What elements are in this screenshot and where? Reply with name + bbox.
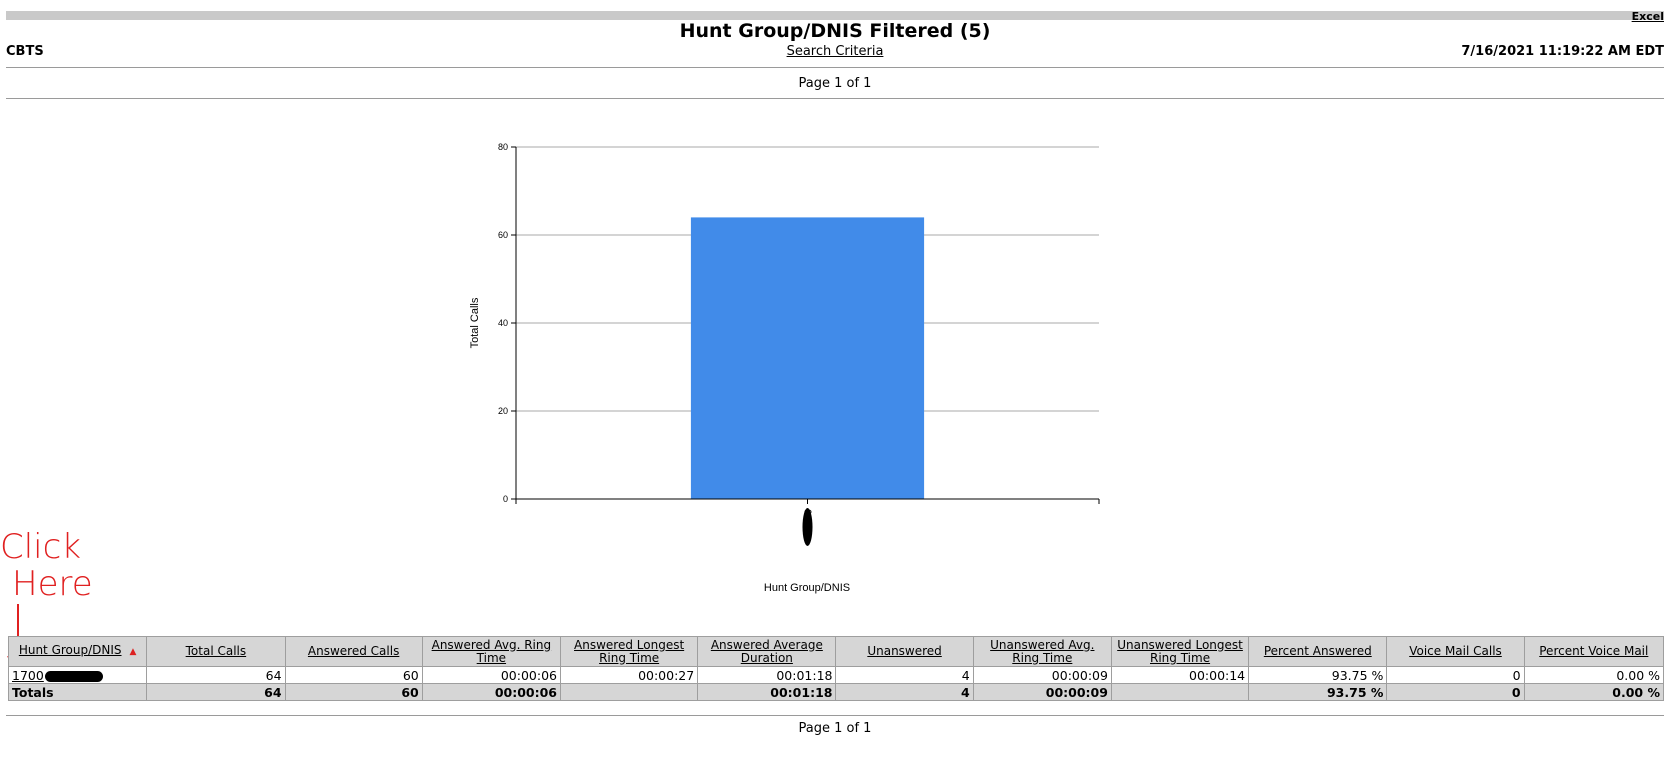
divider — [6, 715, 1664, 716]
table-cell-hunt-group: 1700 — [7, 666, 148, 684]
column-header-total-calls[interactable]: Total Calls — [146, 636, 286, 667]
totals-row: Totals 64 60 00:00:06 00:01:18 4 00:00:0… — [7, 683, 1665, 701]
totals-cell: 64 — [146, 683, 286, 701]
column-header-unanswered-longest-ring[interactable]: Unanswered Longest Ring Time — [1110, 636, 1250, 667]
totals-cell — [1110, 683, 1250, 701]
y-tick-label: 0 — [503, 494, 508, 504]
y-axis-label: Total Calls — [469, 297, 481, 348]
redaction-mark — [802, 508, 813, 546]
column-header-percent-voice-mail[interactable]: Percent Voice Mail — [1523, 636, 1665, 667]
search-criteria-link[interactable]: Search Criteria — [787, 44, 884, 59]
totals-cell: 4 — [835, 683, 974, 701]
sort-asc-icon: ▲ — [129, 647, 137, 657]
divider — [6, 67, 1664, 68]
column-header-answered-calls[interactable]: Answered Calls — [284, 636, 423, 667]
report-title: Hunt Group/DNIS Filtered (5) — [679, 20, 991, 42]
table-cell: 00:00:27 — [559, 666, 699, 684]
column-header-answered-avg-ring[interactable]: Answered Avg. Ring Time — [421, 636, 562, 667]
totals-cell: 00:00:06 — [421, 683, 562, 701]
table-cell: 00:00:06 — [421, 666, 562, 684]
column-header-voice-mail-calls[interactable]: Voice Mail Calls — [1386, 636, 1525, 667]
hunt-group-link[interactable]: 1700 — [12, 668, 44, 683]
y-tick-label: 80 — [498, 142, 508, 152]
y-tick-label: 60 — [498, 230, 508, 240]
column-header-unanswered-avg-ring[interactable]: Unanswered Avg. Ring Time — [972, 636, 1112, 667]
table-cell: 0 — [1386, 666, 1525, 684]
table-cell: 64 — [146, 666, 286, 684]
totals-cell: 0 — [1386, 683, 1525, 701]
table-cell: 00:00:09 — [972, 666, 1112, 684]
y-tick-label: 20 — [498, 406, 508, 416]
table-cell: 93.75 % — [1248, 666, 1388, 684]
totals-label: Totals — [7, 683, 148, 701]
annotation-text-click: Click — [0, 527, 81, 567]
page-indicator-bottom: Page 1 of 1 — [798, 721, 872, 736]
redaction-mark — [44, 670, 103, 682]
column-header-answered-avg-duration[interactable]: Answered Average Duration — [697, 636, 837, 667]
column-header-percent-answered[interactable]: Percent Answered — [1248, 636, 1388, 667]
table-cell: 0.00 % — [1523, 666, 1665, 684]
divider — [6, 98, 1664, 99]
table-row: 1700 64 60 00:00:06 00:00:27 00:01:18 4 … — [7, 666, 1665, 684]
table-cell: 4 — [835, 666, 974, 684]
bar-chart: 0204060801700 Hunt Group/DNIS Total Call… — [469, 142, 1100, 594]
y-tick-label: 40 — [498, 318, 508, 328]
totals-cell: 00:01:18 — [697, 683, 837, 701]
top-bar — [6, 11, 1664, 20]
table-cell: 00:01:18 — [697, 666, 837, 684]
x-axis-label: Hunt Group/DNIS — [764, 582, 850, 594]
column-header-unanswered[interactable]: Unanswered — [835, 636, 974, 667]
table-cell: 60 — [284, 666, 423, 684]
column-header-answered-longest-ring[interactable]: Answered Longest Ring Time — [559, 636, 699, 667]
table-header-row: Hunt Group/DNIS ▲ Total Calls Answered Ca… — [7, 636, 1665, 667]
totals-cell: 00:00:09 — [972, 683, 1112, 701]
bar — [690, 217, 925, 499]
search-criteria-area: Search Criteria — [0, 44, 1670, 59]
table-cell: 00:00:14 — [1110, 666, 1250, 684]
column-header-hunt-group[interactable]: Hunt Group/DNIS ▲ — [7, 636, 148, 667]
totals-cell — [559, 683, 699, 701]
annotation-text-here: Here — [12, 564, 93, 604]
totals-cell: 93.75 % — [1248, 683, 1388, 701]
page-indicator-top: Page 1 of 1 — [798, 76, 872, 91]
totals-cell: 60 — [284, 683, 423, 701]
report-datetime: 7/16/2021 11:19:22 AM EDT — [1461, 44, 1664, 59]
results-table: Hunt Group/DNIS ▲ Total Calls Answered Ca… — [7, 636, 1665, 701]
totals-cell: 0.00 % — [1523, 683, 1665, 701]
